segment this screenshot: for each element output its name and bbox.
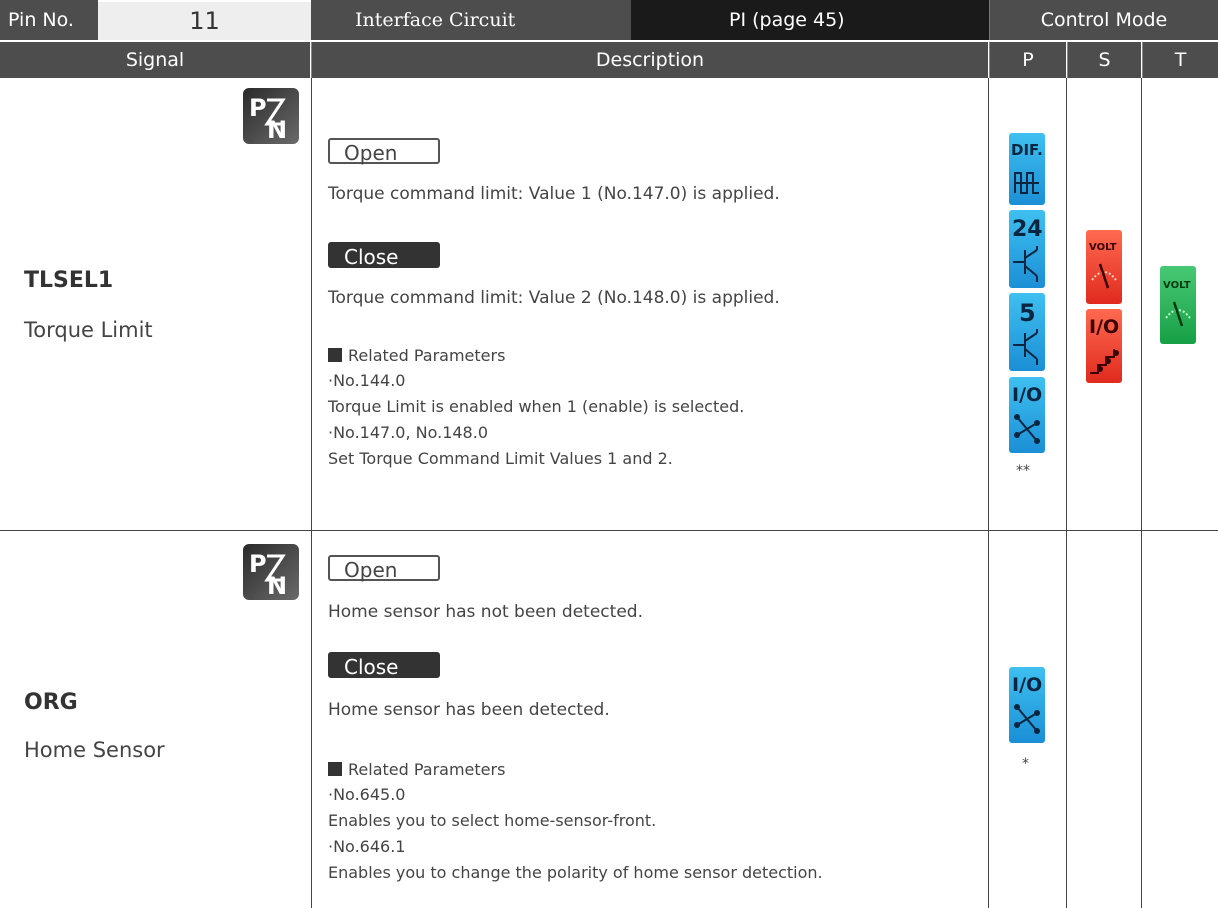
svg-text:P: P [249, 94, 267, 122]
param-text: Enables you to change the polarity of ho… [328, 863, 823, 882]
io-switch-icon: I/O [1009, 377, 1045, 453]
interface-value-cell: PI (page 45) [631, 0, 989, 40]
p-note: ** [1016, 463, 1030, 479]
param-name: ·No.144.0 [328, 371, 406, 390]
signal-name: TLSEL1 [24, 268, 114, 293]
related-title: Related Parameters [348, 346, 506, 365]
svg-text:I/O: I/O [1012, 674, 1042, 696]
param-name: ·No.645.0 [328, 785, 406, 804]
row-divider [0, 530, 1218, 531]
5v-transistor-icon: 5 [1009, 293, 1045, 371]
svg-text:VOLT: VOLT [1089, 242, 1117, 253]
svg-text:P: P [249, 550, 267, 578]
signal-header-label: Signal [125, 49, 185, 71]
svg-text:VOLT: VOLT [1163, 280, 1191, 291]
param-name: ·No.147.0, No.148.0 [328, 423, 488, 442]
t-header-label: T [1174, 49, 1187, 71]
open-text: Torque command limit: Value 1 (No.147.0)… [328, 184, 780, 204]
grid-line [988, 78, 989, 908]
related-parameters-heading: Related Parameters [328, 346, 505, 365]
open-tag: Open [328, 138, 440, 165]
svg-text:24: 24 [1012, 217, 1043, 242]
control-mode-label: Control Mode [1040, 9, 1168, 31]
signal-description: Home Sensor [24, 738, 165, 762]
open-tag: Open [328, 555, 440, 582]
svg-text:I/O: I/O [1012, 384, 1042, 406]
volt-meter-icon: VOLT [1086, 230, 1122, 304]
io-switch-icon: I/O [1009, 667, 1045, 743]
interface-value: PI (page 45) [729, 9, 845, 31]
svg-text:DIF.: DIF. [1011, 141, 1043, 159]
grid-line [1141, 78, 1142, 908]
signal-name: ORG [24, 690, 78, 715]
square-bullet-icon [328, 762, 342, 776]
close-text: Home sensor has been detected. [328, 700, 610, 720]
pin-number: 11 [189, 7, 220, 35]
grid-line [311, 78, 312, 908]
io-step-icon: I/O [1086, 309, 1122, 383]
open-text: Home sensor has not been detected. [328, 602, 643, 622]
description-header: Description [311, 42, 988, 78]
s-header: S [1067, 42, 1141, 78]
square-bullet-icon [328, 348, 342, 362]
pin-label: Pin No. [8, 9, 74, 31]
close-tag: Close [328, 242, 440, 269]
p-header: P [989, 42, 1066, 78]
svg-text:I/O: I/O [1089, 316, 1119, 338]
param-name: ·No.646.1 [328, 837, 406, 856]
param-text: Torque Limit is enabled when 1 (enable) … [328, 397, 745, 416]
signal-header: Signal [0, 42, 310, 78]
close-tag: Close [328, 652, 440, 679]
24v-transistor-icon: 24 [1009, 210, 1045, 288]
description-header-label: Description [595, 49, 705, 71]
param-text: Enables you to select home-sensor-front. [328, 811, 657, 830]
interface-label: Interface Circuit [355, 9, 516, 31]
pin-label-cell: Pin No. [0, 0, 98, 40]
s-header-label: S [1098, 49, 1111, 71]
p-to-n-icon: P N [243, 544, 299, 600]
related-parameters-heading: Related Parameters [328, 760, 505, 779]
grid-line [1066, 78, 1067, 908]
signal-description: Torque Limit [24, 318, 153, 342]
close-text: Torque command limit: Value 2 (No.148.0)… [328, 288, 780, 308]
interface-label-cell: Interface Circuit [311, 0, 631, 40]
p-header-label: P [1022, 49, 1034, 71]
related-title: Related Parameters [348, 760, 506, 779]
dif-pulse-icon: DIF. [1009, 133, 1045, 205]
svg-text:5: 5 [1019, 299, 1036, 327]
p-to-n-icon: P N [243, 88, 299, 144]
param-text: Set Torque Command Limit Values 1 and 2. [328, 449, 673, 468]
volt-meter-icon: VOLT [1160, 266, 1196, 344]
p-note: * [1022, 756, 1029, 772]
control-mode-cell: Control Mode [989, 0, 1218, 40]
pin-number-cell: 11 [98, 2, 311, 40]
t-header: T [1142, 42, 1218, 78]
